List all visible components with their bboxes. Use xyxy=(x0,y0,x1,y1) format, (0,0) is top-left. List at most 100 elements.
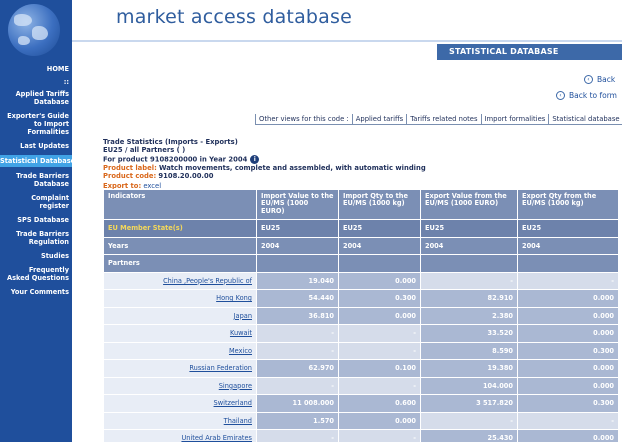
value-cell: - xyxy=(338,324,421,343)
info-icon[interactable]: i xyxy=(250,154,260,164)
value-cell: - xyxy=(256,341,339,360)
value-cell: - xyxy=(338,341,421,360)
value-cell: 82.910 xyxy=(420,289,518,308)
partner-country-link[interactable]: Kuwait xyxy=(103,324,257,343)
link-import-formalities[interactable]: Import formalities xyxy=(481,114,550,125)
back-arrow-icon: ‹ xyxy=(584,75,593,84)
value-cell: 54.440 xyxy=(256,289,339,308)
sidebar-item-sps-database[interactable]: SPS Database xyxy=(0,216,72,224)
table-row: Mexico - -8.590 0.300 xyxy=(103,341,619,360)
year-cell: 2004 xyxy=(256,236,339,255)
value-cell: 0.000 xyxy=(338,271,421,290)
site-title: market access database xyxy=(116,6,353,28)
table-row: Russian Federation 62.970 0.100 19.380 0.000 xyxy=(103,359,619,378)
partner-country-link[interactable]: Japan xyxy=(103,306,257,325)
partners-empty-cell xyxy=(256,254,339,273)
column-header: Import Qty to the EU/MS (1000 kg) xyxy=(338,189,421,220)
member-state-label: EU Member State(s) xyxy=(103,219,257,238)
back-arrow-icon: ‹ xyxy=(556,91,565,100)
sidebar-item-statistical-database[interactable]: Statistical Database xyxy=(0,155,75,167)
back-link[interactable]: ‹ Back xyxy=(584,75,615,84)
value-cell: - xyxy=(338,429,421,442)
partners-empty-cell xyxy=(338,254,421,273)
link-statistical-database[interactable]: Statistical database xyxy=(549,114,622,125)
sidebar-item-home[interactable]: HOME xyxy=(0,65,72,73)
year-cell: 2004 xyxy=(517,236,619,255)
member-state-cell: EU25 xyxy=(420,219,518,238)
value-cell: - xyxy=(420,271,518,290)
sidebar-item-studies[interactable]: Studies xyxy=(0,252,72,260)
table-row: Singapore - -104.000 0.000 xyxy=(103,376,619,395)
info-product-line: For product 9108200000 in Year 2004 i xyxy=(103,154,426,164)
sidebar-item-trade-barriers-database[interactable]: Trade Barriers Database xyxy=(0,172,72,188)
value-cell: 62.970 xyxy=(256,359,339,378)
sidebar: HOME :: Applied Tariffs Database Exporte… xyxy=(0,60,75,442)
table-row: United Arab Emirates - -25.430 0.000 xyxy=(103,429,619,442)
back-link-label: Back xyxy=(597,75,616,84)
other-views-label: Other views for this code : xyxy=(255,114,353,125)
value-cell: 0.000 xyxy=(517,324,619,343)
info-product-code: Product code: 9108.20.00.00 xyxy=(103,172,426,180)
sidebar-item-exporters-guide[interactable]: Exporter's Guide to Import Formalities xyxy=(0,112,72,136)
value-cell: 0.000 xyxy=(517,429,619,442)
partner-country-link[interactable]: Hong Kong xyxy=(103,289,257,308)
header-bar: market access database xyxy=(72,0,622,40)
value-cell: 0.000 xyxy=(517,359,619,378)
info-title: Trade Statistics (Imports - Exports) xyxy=(103,138,238,146)
back-to-form-link[interactable]: ‹ Back to form xyxy=(556,91,617,100)
value-cell: 0.600 xyxy=(338,394,421,413)
value-cell: 36.810 xyxy=(256,306,339,325)
partner-country-link[interactable]: Singapore xyxy=(103,376,257,395)
partners-label: Partners xyxy=(103,254,257,273)
sidebar-item-last-updates[interactable]: Last Updates xyxy=(0,142,72,150)
partner-country-link[interactable]: Switzerland xyxy=(103,394,257,413)
value-cell: 0.100 xyxy=(338,359,421,378)
value-cell: - xyxy=(517,271,619,290)
years-label: Years xyxy=(103,236,257,255)
value-cell: 0.000 xyxy=(338,306,421,325)
link-tariffs-related-notes[interactable]: Tariffs related notes xyxy=(407,114,482,125)
globe-land-shape xyxy=(18,36,30,45)
partners-empty-cell xyxy=(517,254,619,273)
header-divider xyxy=(72,40,622,42)
value-cell: 0.300 xyxy=(517,394,619,413)
member-state-row: EU Member State(s) EU25 EU25 EU25 EU25 xyxy=(103,219,619,238)
value-cell: 0.000 xyxy=(517,376,619,395)
value-cell: 104.000 xyxy=(420,376,518,395)
table-row: Switzerland 11 008.000 0.600 3 517.820 0.300 xyxy=(103,394,619,413)
info-product-line-text: For product 9108200000 in Year 2004 xyxy=(103,155,248,164)
logo-globe xyxy=(0,0,72,60)
partner-country-link[interactable]: Russian Federation xyxy=(103,359,257,378)
sidebar-item-trade-barriers-regulation[interactable]: Trade Barriers Regulation xyxy=(0,230,72,246)
sidebar-item-your-comments[interactable]: Your Comments xyxy=(0,288,72,296)
info-product-label: Product label: Watch movements, complete… xyxy=(103,164,426,172)
value-cell: 2.380 xyxy=(420,306,518,325)
column-header: Import Value to the EU/MS (1000 EURO) xyxy=(256,189,339,220)
value-cell: 0.000 xyxy=(338,411,421,430)
section-banner: STATISTICAL DATABASE xyxy=(437,44,622,60)
statistics-table: Indicators Import Value to the EU/MS (10… xyxy=(103,189,619,442)
member-state-cell: EU25 xyxy=(517,219,619,238)
value-cell: - xyxy=(338,376,421,395)
value-cell: 19.380 xyxy=(420,359,518,378)
value-cell: - xyxy=(517,411,619,430)
partner-country-link[interactable]: Thailand xyxy=(103,411,257,430)
value-cell: 0.300 xyxy=(338,289,421,308)
link-applied-tariffs[interactable]: Applied tariffs xyxy=(352,114,408,125)
value-cell: 19.040 xyxy=(256,271,339,290)
sidebar-separator: :: xyxy=(63,78,69,86)
value-cell: 8.590 xyxy=(420,341,518,360)
sidebar-item-complaint-register[interactable]: Complaint register xyxy=(0,194,72,210)
value-cell: - xyxy=(256,429,339,442)
partners-row: Partners xyxy=(103,254,619,273)
value-cell: 0.300 xyxy=(517,341,619,360)
sidebar-item-faq[interactable]: Frequently Asked Questions xyxy=(0,266,72,282)
partner-country-link[interactable]: Mexico xyxy=(103,341,257,360)
table-body: China ,People's Republic of 19.040 0.000- -… xyxy=(103,271,619,442)
partner-country-link[interactable]: China ,People's Republic of xyxy=(103,271,257,290)
partner-country-link[interactable]: United Arab Emirates xyxy=(103,429,257,442)
years-row: Years 2004 2004 2004 2004 xyxy=(103,236,619,255)
sidebar-item-applied-tariffs[interactable]: Applied Tariffs Database xyxy=(0,90,72,106)
product-code-key: Product code: xyxy=(103,171,157,180)
value-cell: 33.520 xyxy=(420,324,518,343)
